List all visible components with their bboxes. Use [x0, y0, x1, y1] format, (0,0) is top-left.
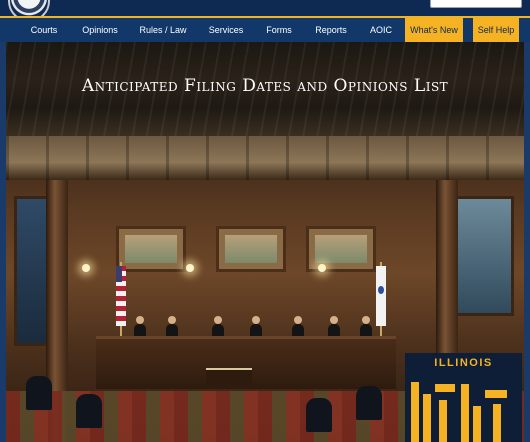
audience-figure: [306, 398, 332, 432]
mural-panel: [216, 226, 286, 272]
hero-banner: Anticipated Filing Dates and Opinions Li…: [0, 42, 530, 442]
badge-bar: [435, 384, 455, 392]
badge-bar: [461, 384, 469, 442]
badge-bar: [439, 400, 447, 442]
ceiling-detail: [6, 136, 524, 180]
nav-item-courts[interactable]: Courts: [31, 18, 58, 42]
badge-bar: [485, 390, 507, 398]
nav-item-forms[interactable]: Forms: [266, 18, 292, 42]
badge-text: ILLINOIS: [434, 357, 493, 369]
mural-panel: [116, 226, 186, 272]
badge-bar: [493, 404, 501, 442]
site-header: [0, 0, 530, 16]
nav-item-opinions[interactable]: Opinions: [82, 18, 118, 42]
badge-bar: [411, 382, 419, 442]
search-input[interactable]: [430, 0, 522, 8]
wall-lamp: [82, 264, 90, 272]
nav-item-reports[interactable]: Reports: [315, 18, 347, 42]
wall-lamp: [318, 264, 326, 272]
nav-item-aoic[interactable]: AOIC: [370, 18, 392, 42]
mural-panel: [306, 226, 376, 272]
illinois-flag: [376, 266, 386, 326]
self-help-label: Self Help: [477, 25, 515, 35]
whats-new-label: What's New: [410, 25, 458, 35]
illinois-bars-icon: [409, 373, 518, 442]
nav-item-whats-new[interactable]: What's New: [405, 18, 463, 42]
title-band: Anticipated Filing Dates and Opinions Li…: [6, 42, 524, 136]
right-window: [454, 196, 514, 316]
wall-lamp: [186, 264, 194, 272]
nav-item-self-help[interactable]: Self Help: [473, 18, 519, 42]
court-seal-logo[interactable]: [8, 0, 50, 16]
audience-figure: [356, 386, 382, 420]
main-navigation: Courts Opinions Rules / Law Services For…: [0, 16, 530, 42]
illinois-logo-badge: ILLINOIS: [405, 353, 522, 442]
badge-bar: [473, 406, 481, 442]
nav-item-services[interactable]: Services: [209, 18, 244, 42]
us-flag: [116, 266, 126, 326]
audience-figure: [76, 394, 102, 428]
nav-item-rules-law[interactable]: Rules / Law: [139, 18, 186, 42]
lectern: [206, 368, 252, 386]
badge-bar: [423, 394, 431, 442]
hero-right-border: [524, 42, 530, 442]
audience-figure: [26, 376, 52, 410]
page-title: Anticipated Filing Dates and Opinions Li…: [81, 76, 449, 96]
